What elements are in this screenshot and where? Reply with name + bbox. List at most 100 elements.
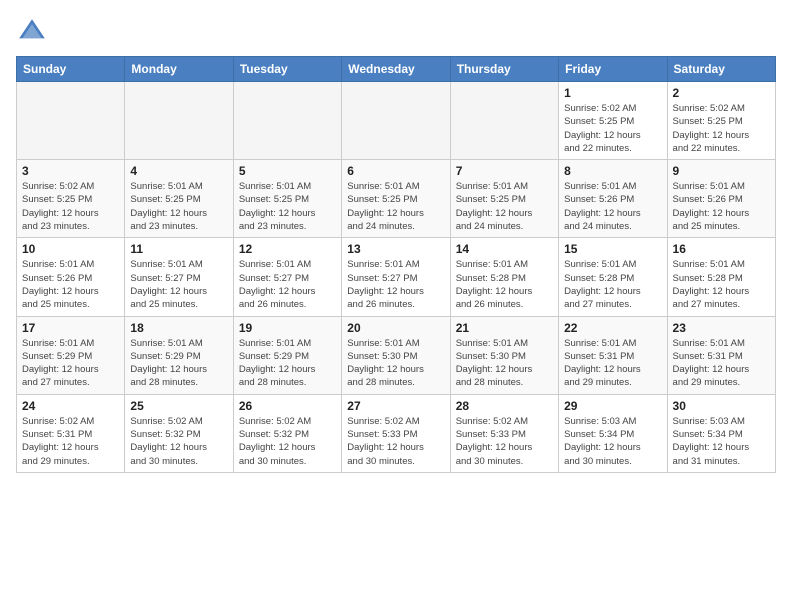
day-number: 27 [347,399,444,413]
calendar-cell: 30 Sunrise: 5:03 AM Sunset: 5:34 PM Dayli… [667,394,775,472]
calendar-cell: 17 Sunrise: 5:01 AM Sunset: 5:29 PM Dayli… [17,316,125,394]
weekday-header-thursday: Thursday [450,57,558,82]
calendar-cell: 5 Sunrise: 5:01 AM Sunset: 5:25 PM Daylig… [233,160,341,238]
day-info: Sunrise: 5:01 AM Sunset: 5:31 PM Dayligh… [564,337,661,390]
day-info: Sunrise: 5:01 AM Sunset: 5:28 PM Dayligh… [456,258,553,311]
day-number: 19 [239,321,336,335]
calendar-cell: 4 Sunrise: 5:01 AM Sunset: 5:25 PM Daylig… [125,160,233,238]
weekday-header-wednesday: Wednesday [342,57,450,82]
weekday-header-sunday: Sunday [17,57,125,82]
day-info: Sunrise: 5:01 AM Sunset: 5:30 PM Dayligh… [456,337,553,390]
day-number: 9 [673,164,770,178]
calendar-body: 1Sunrise: 5:02 AM Sunset: 5:25 PM Daylig… [17,82,776,473]
day-info: Sunrise: 5:02 AM Sunset: 5:25 PM Dayligh… [564,102,661,155]
calendar-cell: 10 Sunrise: 5:01 AM Sunset: 5:26 PM Dayli… [17,238,125,316]
calendar-cell: 7 Sunrise: 5:01 AM Sunset: 5:25 PM Daylig… [450,160,558,238]
day-number: 13 [347,242,444,256]
calendar-cell: 25 Sunrise: 5:02 AM Sunset: 5:32 PM Dayli… [125,394,233,472]
day-info: Sunrise: 5:01 AM Sunset: 5:26 PM Dayligh… [673,180,770,233]
day-info: Sunrise: 5:01 AM Sunset: 5:25 PM Dayligh… [130,180,227,233]
day-number: 24 [22,399,119,413]
calendar-cell [450,82,558,160]
logo [16,16,52,48]
day-info: Sunrise: 5:01 AM Sunset: 5:29 PM Dayligh… [22,337,119,390]
day-info: Sunrise: 5:01 AM Sunset: 5:27 PM Dayligh… [347,258,444,311]
page-header [16,16,776,48]
day-number: 2 [673,86,770,100]
day-number: 17 [22,321,119,335]
day-info: Sunrise: 5:01 AM Sunset: 5:29 PM Dayligh… [130,337,227,390]
day-number: 23 [673,321,770,335]
day-info: Sunrise: 5:02 AM Sunset: 5:25 PM Dayligh… [673,102,770,155]
calendar-cell: 15 Sunrise: 5:01 AM Sunset: 5:28 PM Dayli… [559,238,667,316]
calendar-week-2: 3Sunrise: 5:02 AM Sunset: 5:25 PM Daylig… [17,160,776,238]
day-number: 14 [456,242,553,256]
day-number: 22 [564,321,661,335]
weekday-header-row: SundayMondayTuesdayWednesdayThursdayFrid… [17,57,776,82]
calendar-cell: 13 Sunrise: 5:01 AM Sunset: 5:27 PM Dayli… [342,238,450,316]
calendar-table: SundayMondayTuesdayWednesdayThursdayFrid… [16,56,776,473]
day-number: 12 [239,242,336,256]
calendar-week-4: 17 Sunrise: 5:01 AM Sunset: 5:29 PM Dayli… [17,316,776,394]
day-info: Sunrise: 5:02 AM Sunset: 5:33 PM Dayligh… [347,415,444,468]
day-number: 21 [456,321,553,335]
day-number: 15 [564,242,661,256]
calendar-cell: 28Sunrise: 5:02 AM Sunset: 5:33 PM Dayli… [450,394,558,472]
day-number: 8 [564,164,661,178]
calendar-cell: 11 Sunrise: 5:01 AM Sunset: 5:27 PM Dayli… [125,238,233,316]
day-info: Sunrise: 5:01 AM Sunset: 5:25 PM Dayligh… [456,180,553,233]
calendar-cell [342,82,450,160]
day-info: Sunrise: 5:01 AM Sunset: 5:26 PM Dayligh… [22,258,119,311]
day-info: Sunrise: 5:02 AM Sunset: 5:31 PM Dayligh… [22,415,119,468]
calendar-cell: 27 Sunrise: 5:02 AM Sunset: 5:33 PM Dayli… [342,394,450,472]
calendar-cell: 3Sunrise: 5:02 AM Sunset: 5:25 PM Daylig… [17,160,125,238]
day-info: Sunrise: 5:02 AM Sunset: 5:25 PM Dayligh… [22,180,119,233]
day-info: Sunrise: 5:01 AM Sunset: 5:28 PM Dayligh… [564,258,661,311]
calendar-cell: 1Sunrise: 5:02 AM Sunset: 5:25 PM Daylig… [559,82,667,160]
day-info: Sunrise: 5:02 AM Sunset: 5:32 PM Dayligh… [130,415,227,468]
day-info: Sunrise: 5:01 AM Sunset: 5:25 PM Dayligh… [347,180,444,233]
day-info: Sunrise: 5:01 AM Sunset: 5:26 PM Dayligh… [564,180,661,233]
day-info: Sunrise: 5:02 AM Sunset: 5:33 PM Dayligh… [456,415,553,468]
calendar-cell: 26 Sunrise: 5:02 AM Sunset: 5:32 PM Dayli… [233,394,341,472]
day-info: Sunrise: 5:01 AM Sunset: 5:29 PM Dayligh… [239,337,336,390]
calendar-cell: 16Sunrise: 5:01 AM Sunset: 5:28 PM Dayli… [667,238,775,316]
calendar-cell: 20 Sunrise: 5:01 AM Sunset: 5:30 PM Dayli… [342,316,450,394]
weekday-header-friday: Friday [559,57,667,82]
calendar-cell: 12Sunrise: 5:01 AM Sunset: 5:27 PM Dayli… [233,238,341,316]
day-number: 30 [673,399,770,413]
day-info: Sunrise: 5:01 AM Sunset: 5:30 PM Dayligh… [347,337,444,390]
calendar-cell: 14 Sunrise: 5:01 AM Sunset: 5:28 PM Dayli… [450,238,558,316]
day-number: 11 [130,242,227,256]
day-number: 10 [22,242,119,256]
day-info: Sunrise: 5:03 AM Sunset: 5:34 PM Dayligh… [564,415,661,468]
day-info: Sunrise: 5:01 AM Sunset: 5:28 PM Dayligh… [673,258,770,311]
day-number: 25 [130,399,227,413]
calendar-cell: 19 Sunrise: 5:01 AM Sunset: 5:29 PM Dayli… [233,316,341,394]
calendar-week-1: 1Sunrise: 5:02 AM Sunset: 5:25 PM Daylig… [17,82,776,160]
weekday-header-tuesday: Tuesday [233,57,341,82]
calendar-cell: 21 Sunrise: 5:01 AM Sunset: 5:30 PM Dayli… [450,316,558,394]
calendar-cell: 24 Sunrise: 5:02 AM Sunset: 5:31 PM Dayli… [17,394,125,472]
calendar-cell: 2 Sunrise: 5:02 AM Sunset: 5:25 PM Daylig… [667,82,775,160]
calendar-cell: 23Sunrise: 5:01 AM Sunset: 5:31 PM Dayli… [667,316,775,394]
calendar-cell [17,82,125,160]
calendar-cell [125,82,233,160]
calendar-cell: 8 Sunrise: 5:01 AM Sunset: 5:26 PM Daylig… [559,160,667,238]
day-number: 20 [347,321,444,335]
day-number: 29 [564,399,661,413]
calendar-header: SundayMondayTuesdayWednesdayThursdayFrid… [17,57,776,82]
day-number: 4 [130,164,227,178]
day-number: 26 [239,399,336,413]
day-number: 7 [456,164,553,178]
day-number: 5 [239,164,336,178]
calendar-cell: 9 Sunrise: 5:01 AM Sunset: 5:26 PM Daylig… [667,160,775,238]
day-info: Sunrise: 5:01 AM Sunset: 5:25 PM Dayligh… [239,180,336,233]
day-info: Sunrise: 5:03 AM Sunset: 5:34 PM Dayligh… [673,415,770,468]
calendar-cell: 6Sunrise: 5:01 AM Sunset: 5:25 PM Daylig… [342,160,450,238]
calendar-cell: 22 Sunrise: 5:01 AM Sunset: 5:31 PM Dayli… [559,316,667,394]
calendar-week-5: 24 Sunrise: 5:02 AM Sunset: 5:31 PM Dayli… [17,394,776,472]
day-info: Sunrise: 5:01 AM Sunset: 5:27 PM Dayligh… [130,258,227,311]
day-info: Sunrise: 5:02 AM Sunset: 5:32 PM Dayligh… [239,415,336,468]
weekday-header-monday: Monday [125,57,233,82]
